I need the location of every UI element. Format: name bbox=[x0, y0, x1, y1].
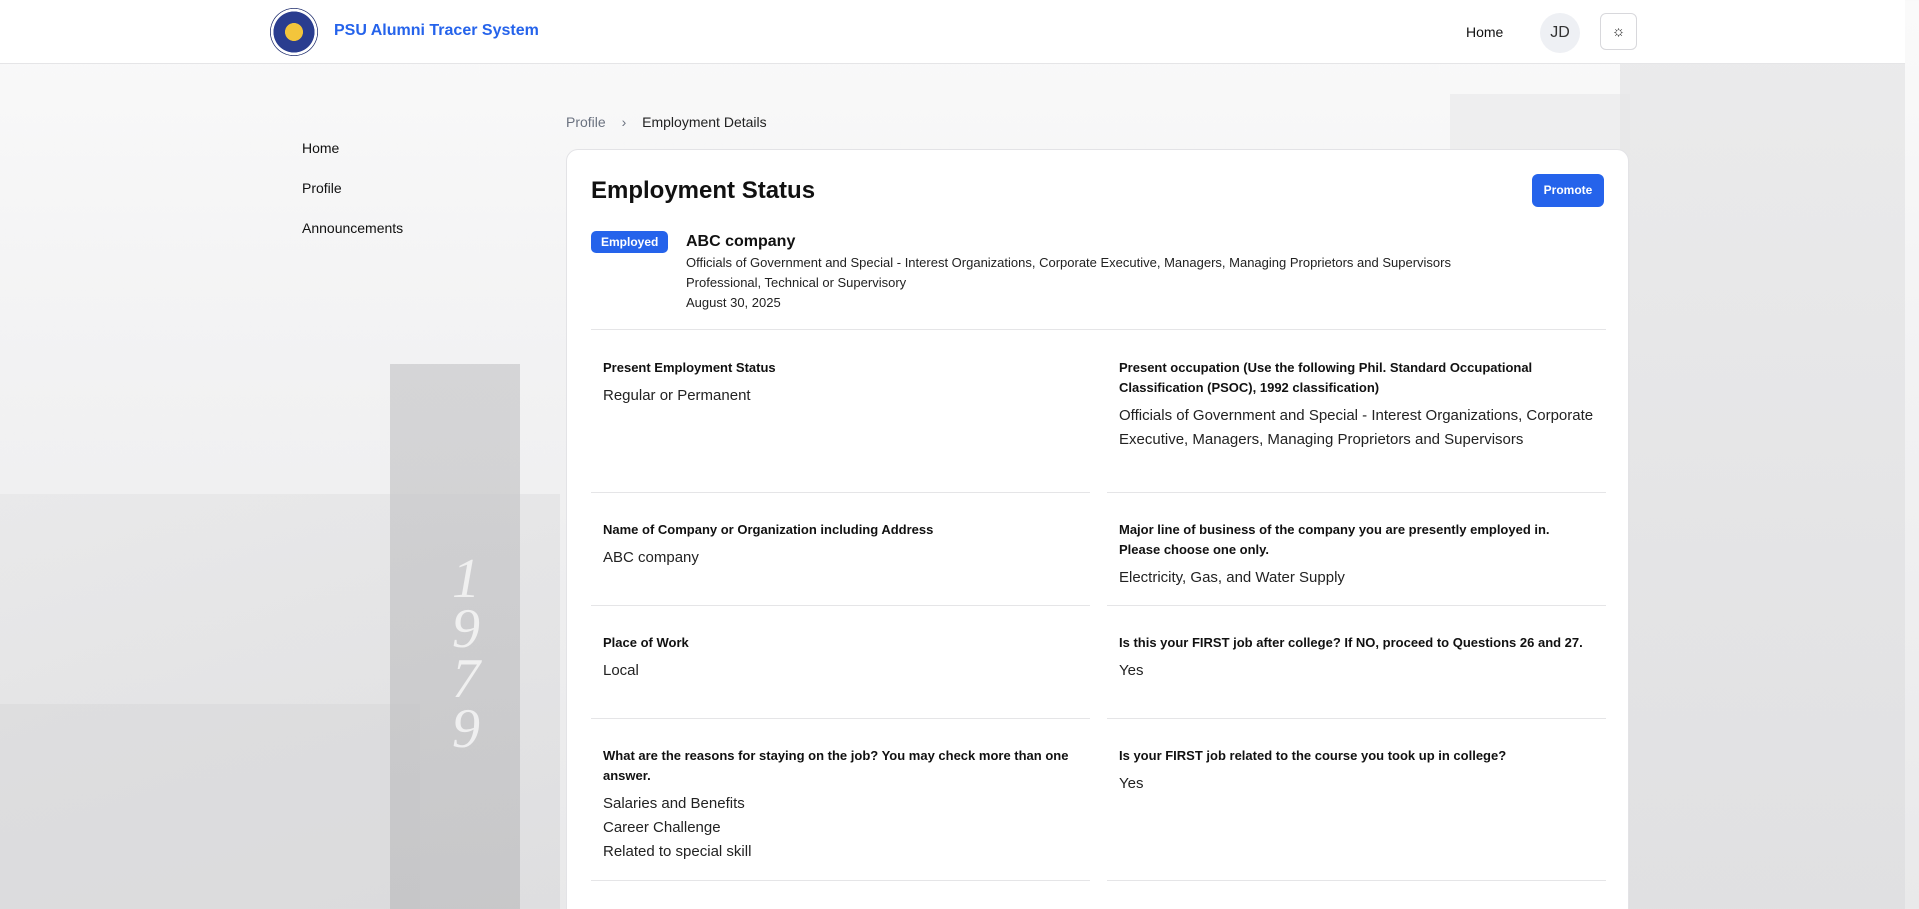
nav-home-link[interactable]: Home bbox=[1466, 24, 1503, 40]
theme-toggle-button[interactable]: ☼ bbox=[1600, 13, 1637, 50]
field-answer: Regular or Permanent bbox=[603, 384, 1078, 408]
answer-line: ABC company bbox=[603, 549, 699, 566]
field-answer: Yes bbox=[1119, 659, 1594, 683]
breadcrumb: Profile › Employment Details bbox=[566, 114, 767, 130]
summary-occupation: Officials of Government and Special - In… bbox=[686, 255, 1451, 270]
field-question: Place of Work bbox=[603, 635, 689, 650]
answer-line: Salaries and Benefits bbox=[603, 795, 745, 812]
field-answer: Salaries and Benefits Career Challenge Rel… bbox=[603, 792, 1078, 864]
field-question: Present Employment Status bbox=[603, 360, 776, 375]
brand-title[interactable]: PSU Alumni Tracer System bbox=[334, 22, 539, 40]
field-present-occupation: Present occupation (Use the following Ph… bbox=[1107, 331, 1606, 493]
user-avatar[interactable]: JD bbox=[1540, 13, 1580, 53]
employment-summary: Employed ABC company Officials of Govern… bbox=[591, 231, 1606, 330]
sun-icon: ☼ bbox=[1611, 23, 1626, 40]
chevron-right-icon: › bbox=[621, 114, 627, 130]
page-title: Employment Status bbox=[591, 177, 816, 204]
summary-job-level: Professional, Technical or Supervisory bbox=[686, 275, 907, 290]
breadcrumb-current: Employment Details bbox=[642, 114, 767, 130]
field-question: Name of Company or Organization includin… bbox=[603, 522, 934, 537]
breadcrumb-profile-link[interactable]: Profile bbox=[566, 114, 606, 130]
field-line-of-business: Major line of business of the company yo… bbox=[1107, 493, 1606, 606]
summary-date: August 30, 2025 bbox=[686, 295, 781, 310]
field-question: Major line of business of the company yo… bbox=[1119, 522, 1550, 557]
answer-line: Officials of Government and Special - In… bbox=[1119, 407, 1594, 448]
sidebar-nav: Home Profile Announcements bbox=[302, 138, 403, 258]
field-company-name: Name of Company or Organization includin… bbox=[591, 493, 1090, 606]
field-answer: Yes bbox=[1119, 772, 1594, 796]
summary-company: ABC company bbox=[686, 233, 796, 250]
field-employment-status: Present Employment Status Regular or Perm… bbox=[591, 331, 1090, 493]
field-first-job: Is this your FIRST job after college? If… bbox=[1107, 606, 1606, 719]
field-reasons-staying: What are the reasons for staying on the … bbox=[591, 719, 1090, 881]
sidebar-item-home[interactable]: Home bbox=[302, 138, 403, 178]
status-badge: Employed bbox=[591, 231, 669, 253]
answer-line: Career Challenge bbox=[603, 819, 721, 836]
sidebar-item-announcements[interactable]: Announcements bbox=[302, 218, 403, 258]
psu-logo[interactable] bbox=[270, 8, 318, 56]
sidebar-item-profile[interactable]: Profile bbox=[302, 178, 403, 218]
answer-line: Yes bbox=[1119, 662, 1144, 679]
field-job-related-course: Is your FIRST job related to the course … bbox=[1107, 719, 1606, 881]
answer-line: Local bbox=[603, 662, 639, 679]
top-header: PSU Alumni Tracer System Home JD ☼ bbox=[0, 0, 1905, 64]
field-place-of-work: Place of Work Local bbox=[591, 606, 1090, 719]
building-number: 1979 bbox=[452, 548, 480, 760]
field-answer: ABC company bbox=[603, 546, 1078, 570]
promote-button[interactable]: Promote bbox=[1532, 174, 1604, 207]
field-question: What are the reasons for staying on the … bbox=[603, 748, 1069, 783]
answer-line: Related to special skill bbox=[603, 843, 752, 860]
field-question: Present occupation (Use the following Ph… bbox=[1119, 360, 1533, 395]
answer-line: Regular or Permanent bbox=[603, 387, 751, 404]
field-answer: Local bbox=[603, 659, 1078, 683]
answer-line: Yes bbox=[1119, 775, 1144, 792]
field-answer: Officials of Government and Special - In… bbox=[1119, 404, 1594, 452]
employment-card: Employment Status Promote Employed ABC c… bbox=[566, 149, 1629, 909]
field-question: Is your FIRST job related to the course … bbox=[1119, 748, 1507, 763]
answer-line: Electricity, Gas, and Water Supply bbox=[1119, 569, 1345, 586]
field-question: Is this your FIRST job after college? If… bbox=[1119, 635, 1583, 650]
field-answer: Electricity, Gas, and Water Supply bbox=[1119, 566, 1594, 590]
